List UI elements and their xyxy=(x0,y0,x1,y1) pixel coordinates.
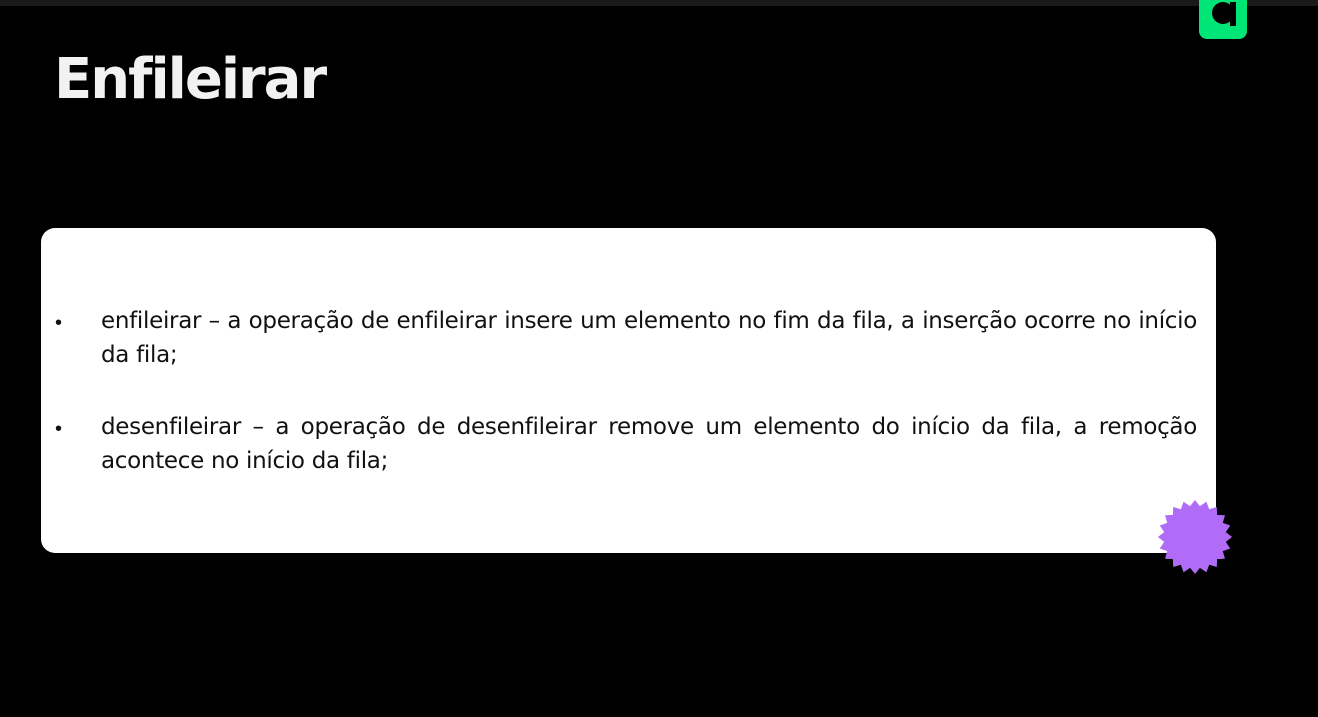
content-card: • enfileirar – a operação de enfileirar … xyxy=(41,228,1216,553)
slide-title: Enfileirar xyxy=(54,47,327,112)
bullet-text-enfileirar: enfileirar – a operação de enfileirar in… xyxy=(101,308,1197,368)
starburst-badge-icon xyxy=(1157,499,1233,575)
bullet-marker: • xyxy=(55,418,63,440)
brand-logo-icon xyxy=(1199,0,1247,39)
top-edge-strip xyxy=(0,0,1318,6)
bullet-marker: • xyxy=(55,312,63,334)
bullet-text-desenfileirar: desenfileirar – a operação de desenfilei… xyxy=(101,414,1197,474)
